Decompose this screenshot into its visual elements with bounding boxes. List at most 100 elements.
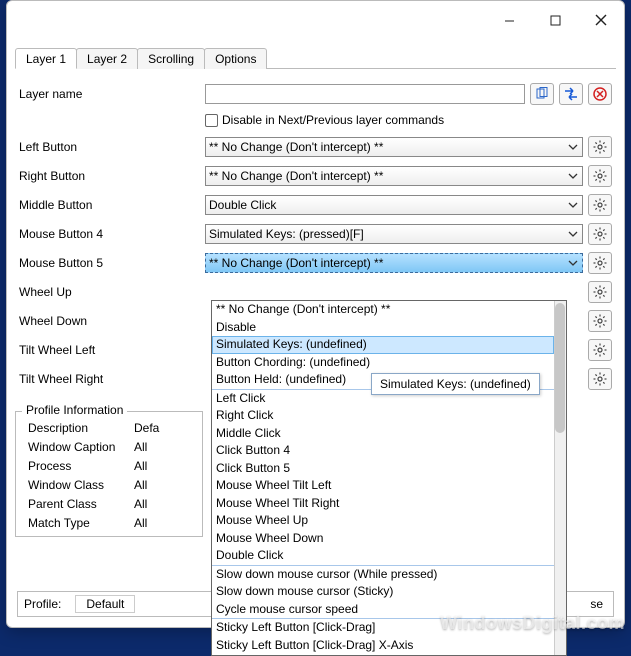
settings-button[interactable]: [588, 339, 612, 361]
minimize-icon: [504, 15, 515, 26]
profile-field-label: Description: [24, 421, 134, 435]
dropdown-option[interactable]: Sticky Left Button [Click-Drag] X-Axis: [212, 637, 554, 655]
tab-scrolling[interactable]: Scrolling: [137, 48, 205, 69]
disable-checkbox[interactable]: [205, 114, 218, 127]
button-label: Middle Button: [15, 198, 205, 212]
profile-value[interactable]: Default: [75, 595, 135, 613]
action-combo[interactable]: ** No Change (Don't intercept) **: [205, 166, 583, 186]
profile-field-label: Window Class: [24, 478, 134, 492]
app-window: Layer 1 Layer 2 Scrolling Options Layer …: [6, 0, 625, 628]
profile-field-value: All: [134, 440, 174, 454]
chevron-down-icon: [566, 169, 580, 183]
close-button[interactable]: [578, 4, 624, 36]
gear-icon: [593, 256, 607, 270]
button-label: Tilt Wheel Right: [15, 372, 205, 386]
profile-field-value: Defa: [134, 421, 174, 435]
gear-icon: [593, 140, 607, 154]
swap-icon: [564, 87, 578, 101]
tab-options[interactable]: Options: [204, 48, 267, 69]
gear-icon: [593, 227, 607, 241]
gear-icon: [593, 343, 607, 357]
chevron-down-icon: [566, 227, 580, 241]
action-combo[interactable]: Simulated Keys: (pressed)[F]: [205, 224, 583, 244]
dropdown-option[interactable]: Double Click: [212, 547, 554, 565]
button-label: Wheel Up: [15, 285, 205, 299]
settings-button[interactable]: [588, 223, 612, 245]
dropdown-option[interactable]: Simulated Keys: (undefined): [212, 336, 554, 354]
settings-button[interactable]: [588, 252, 612, 274]
action-combo-value: Double Click: [209, 198, 276, 212]
button-label: Left Button: [15, 140, 205, 154]
dropdown-option[interactable]: Disable: [212, 319, 554, 337]
dropdown-scrollbar[interactable]: [554, 301, 566, 655]
swap-button[interactable]: [559, 83, 583, 105]
action-combo-value: ** No Change (Don't intercept) **: [209, 169, 383, 183]
action-combo[interactable]: ** No Change (Don't intercept) **: [205, 253, 583, 273]
disable-checkbox-label: Disable in Next/Previous layer commands: [222, 113, 444, 127]
tab-layer2[interactable]: Layer 2: [76, 48, 138, 69]
tabstrip: Layer 1 Layer 2 Scrolling Options: [15, 47, 616, 69]
maximize-button[interactable]: [532, 4, 578, 36]
profile-info-group: Profile Information DescriptionDefaWindo…: [15, 411, 203, 537]
settings-button[interactable]: [588, 368, 612, 390]
button-label: Mouse Button 4: [15, 227, 205, 241]
dropdown-option[interactable]: Mouse Wheel Tilt Left: [212, 477, 554, 495]
gear-icon: [593, 372, 607, 386]
delete-button[interactable]: [588, 83, 612, 105]
dropdown-scroll-thumb[interactable]: [555, 303, 565, 433]
gear-icon: [593, 169, 607, 183]
settings-button[interactable]: [588, 281, 612, 303]
layer-name-label: Layer name: [15, 87, 205, 101]
layer-name-input[interactable]: [205, 84, 525, 104]
settings-button[interactable]: [588, 194, 612, 216]
button-label: Right Button: [15, 169, 205, 183]
dropdown-option[interactable]: Click Button 5: [212, 460, 554, 478]
profile-label: Profile:: [24, 597, 61, 611]
dropdown-option[interactable]: Slow down mouse cursor (While pressed): [212, 566, 554, 584]
profile-field-value: All: [134, 497, 174, 511]
dropdown-option[interactable]: Slow down mouse cursor (Sticky): [212, 583, 554, 601]
settings-button[interactable]: [588, 310, 612, 332]
dropdown-option[interactable]: Middle Click: [212, 425, 554, 443]
dropdown-option[interactable]: Mouse Wheel Tilt Right: [212, 495, 554, 513]
close-icon: [595, 14, 607, 26]
dropdown-option[interactable]: ** No Change (Don't intercept) **: [212, 301, 554, 319]
button-label: Mouse Button 5: [15, 256, 205, 270]
action-dropdown-list[interactable]: ** No Change (Don't intercept) **Disable…: [211, 300, 567, 656]
tab-layer1[interactable]: Layer 1: [15, 48, 77, 69]
button-label: Wheel Down: [15, 314, 205, 328]
content-area: Layer 1 Layer 2 Scrolling Options Layer …: [15, 47, 616, 619]
profile-field-label: Parent Class: [24, 497, 134, 511]
action-combo-value: ** No Change (Don't intercept) **: [209, 140, 383, 154]
action-combo-value: Simulated Keys: (pressed)[F]: [209, 227, 364, 241]
action-combo-value: ** No Change (Don't intercept) **: [209, 256, 383, 270]
button-label: Tilt Wheel Left: [15, 343, 205, 357]
minimize-button[interactable]: [486, 4, 532, 36]
dropdown-tooltip: Simulated Keys: (undefined): [371, 373, 540, 395]
settings-button[interactable]: [588, 165, 612, 187]
copy-icon: [535, 87, 549, 101]
delete-x-icon: [593, 87, 607, 101]
profile-field-value: All: [134, 516, 174, 530]
profile-field-label: Window Caption: [24, 440, 134, 454]
copy-button[interactable]: [530, 83, 554, 105]
chevron-down-icon: [566, 198, 580, 212]
chevron-down-icon: [566, 140, 580, 154]
gear-icon: [593, 198, 607, 212]
gear-icon: [593, 314, 607, 328]
gear-icon: [593, 285, 607, 299]
statusbar-suffix: se: [590, 597, 607, 611]
profile-field-label: Process: [24, 459, 134, 473]
action-combo[interactable]: Double Click: [205, 195, 583, 215]
dropdown-option[interactable]: Mouse Wheel Down: [212, 530, 554, 548]
settings-button[interactable]: [588, 136, 612, 158]
dropdown-option[interactable]: Mouse Wheel Up: [212, 512, 554, 530]
profile-field-value: All: [134, 478, 174, 492]
dropdown-option[interactable]: Click Button 4: [212, 442, 554, 460]
action-combo[interactable]: ** No Change (Don't intercept) **: [205, 137, 583, 157]
profile-field-value: All: [134, 459, 174, 473]
dropdown-option[interactable]: Button Chording: (undefined): [212, 354, 554, 372]
dropdown-option[interactable]: Right Click: [212, 407, 554, 425]
chevron-down-icon: [566, 256, 580, 270]
titlebar: [7, 1, 624, 39]
